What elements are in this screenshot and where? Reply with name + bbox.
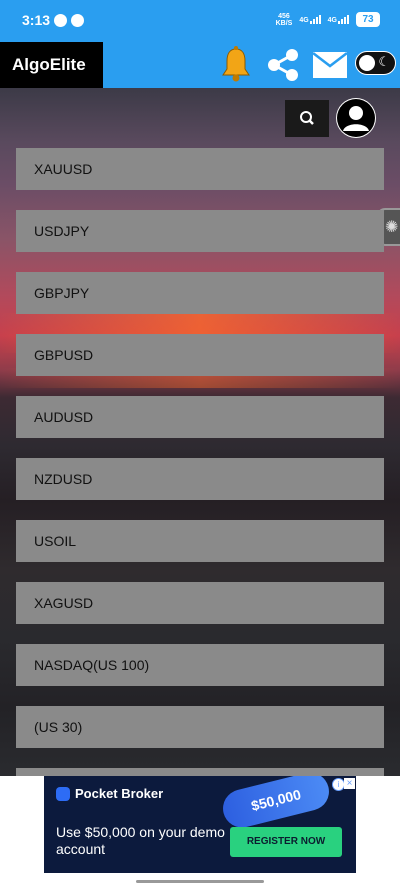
ad-area: Pocket Broker $50,000 Use $50,000 on you… [0, 776, 400, 889]
list-item-nzdusd[interactable]: NZDUSD [16, 458, 384, 500]
app-logo[interactable]: AlgoElite [0, 42, 103, 88]
status-bar: 3:13 456 KB/S 4G 4G 73 [0, 0, 400, 40]
network-speed: 456 KB/S [276, 13, 293, 27]
ad-brand-name: Pocket Broker [75, 786, 164, 801]
toggle-knob [359, 55, 375, 71]
signal-label-2: 4G [327, 17, 337, 24]
avatar[interactable] [336, 98, 376, 138]
list-item-gbpusd[interactable]: GBPUSD [16, 334, 384, 376]
user-icon [337, 99, 375, 137]
list-item-xagusd[interactable]: XAGUSD [16, 582, 384, 624]
status-time: 3:13 [22, 12, 51, 28]
loading-icon: ✺ [385, 219, 399, 236]
network-speed-unit: KB/S [275, 19, 293, 27]
status-indicators: 456 KB/S 4G 4G 73 [276, 12, 380, 27]
share-icon[interactable] [266, 48, 300, 82]
theme-toggle[interactable]: ☾ [355, 51, 396, 75]
pocket-broker-logo-icon [56, 786, 70, 801]
register-now-button[interactable]: REGISTER NOW [230, 827, 342, 857]
list-item-usoil[interactable]: USOIL [16, 520, 384, 562]
ad-rocket-graphic: $50,000 [219, 776, 333, 832]
list-item-gbpjpy[interactable]: GBPJPY [16, 272, 384, 314]
ad-headline: Use $50,000 on your demo account [56, 824, 225, 857]
list-item-xauusd[interactable]: XAUUSD [16, 148, 384, 190]
mail-icon[interactable] [313, 52, 347, 78]
list-item-partial[interactable] [16, 768, 384, 776]
list-item-usdjpy[interactable]: USDJPY [16, 210, 384, 252]
list-item-audusd[interactable]: AUDUSD [16, 396, 384, 438]
signal-label: 4G [299, 17, 309, 24]
search-button[interactable] [285, 100, 329, 137]
home-indicator[interactable] [136, 880, 264, 883]
battery-icon: 73 [356, 12, 380, 27]
list-item-us30[interactable]: (US 30) [16, 706, 384, 748]
whatsapp-icon [54, 13, 68, 27]
bell-icon[interactable] [220, 45, 252, 83]
network-speed-value: 456 [278, 12, 290, 20]
notification-icon [71, 13, 85, 27]
search-icon [300, 111, 314, 125]
main-content: ✺ XAUUSD USDJPY GBPJPY GBPUSD AUDUSD NZD… [0, 88, 400, 776]
ad-banner[interactable]: Pocket Broker $50,000 Use $50,000 on you… [44, 776, 356, 873]
list-item-nasdaq[interactable]: NASDAQ(US 100) [16, 644, 384, 686]
ad-close-icon[interactable]: × [344, 778, 355, 789]
app-bar: AlgoElite ☾ [0, 40, 400, 88]
signal-icon: 4G [299, 15, 321, 24]
moon-icon: ☾ [378, 54, 390, 69]
ad-brand: Pocket Broker [56, 786, 163, 801]
signal-icon-2: 4G [328, 15, 349, 24]
